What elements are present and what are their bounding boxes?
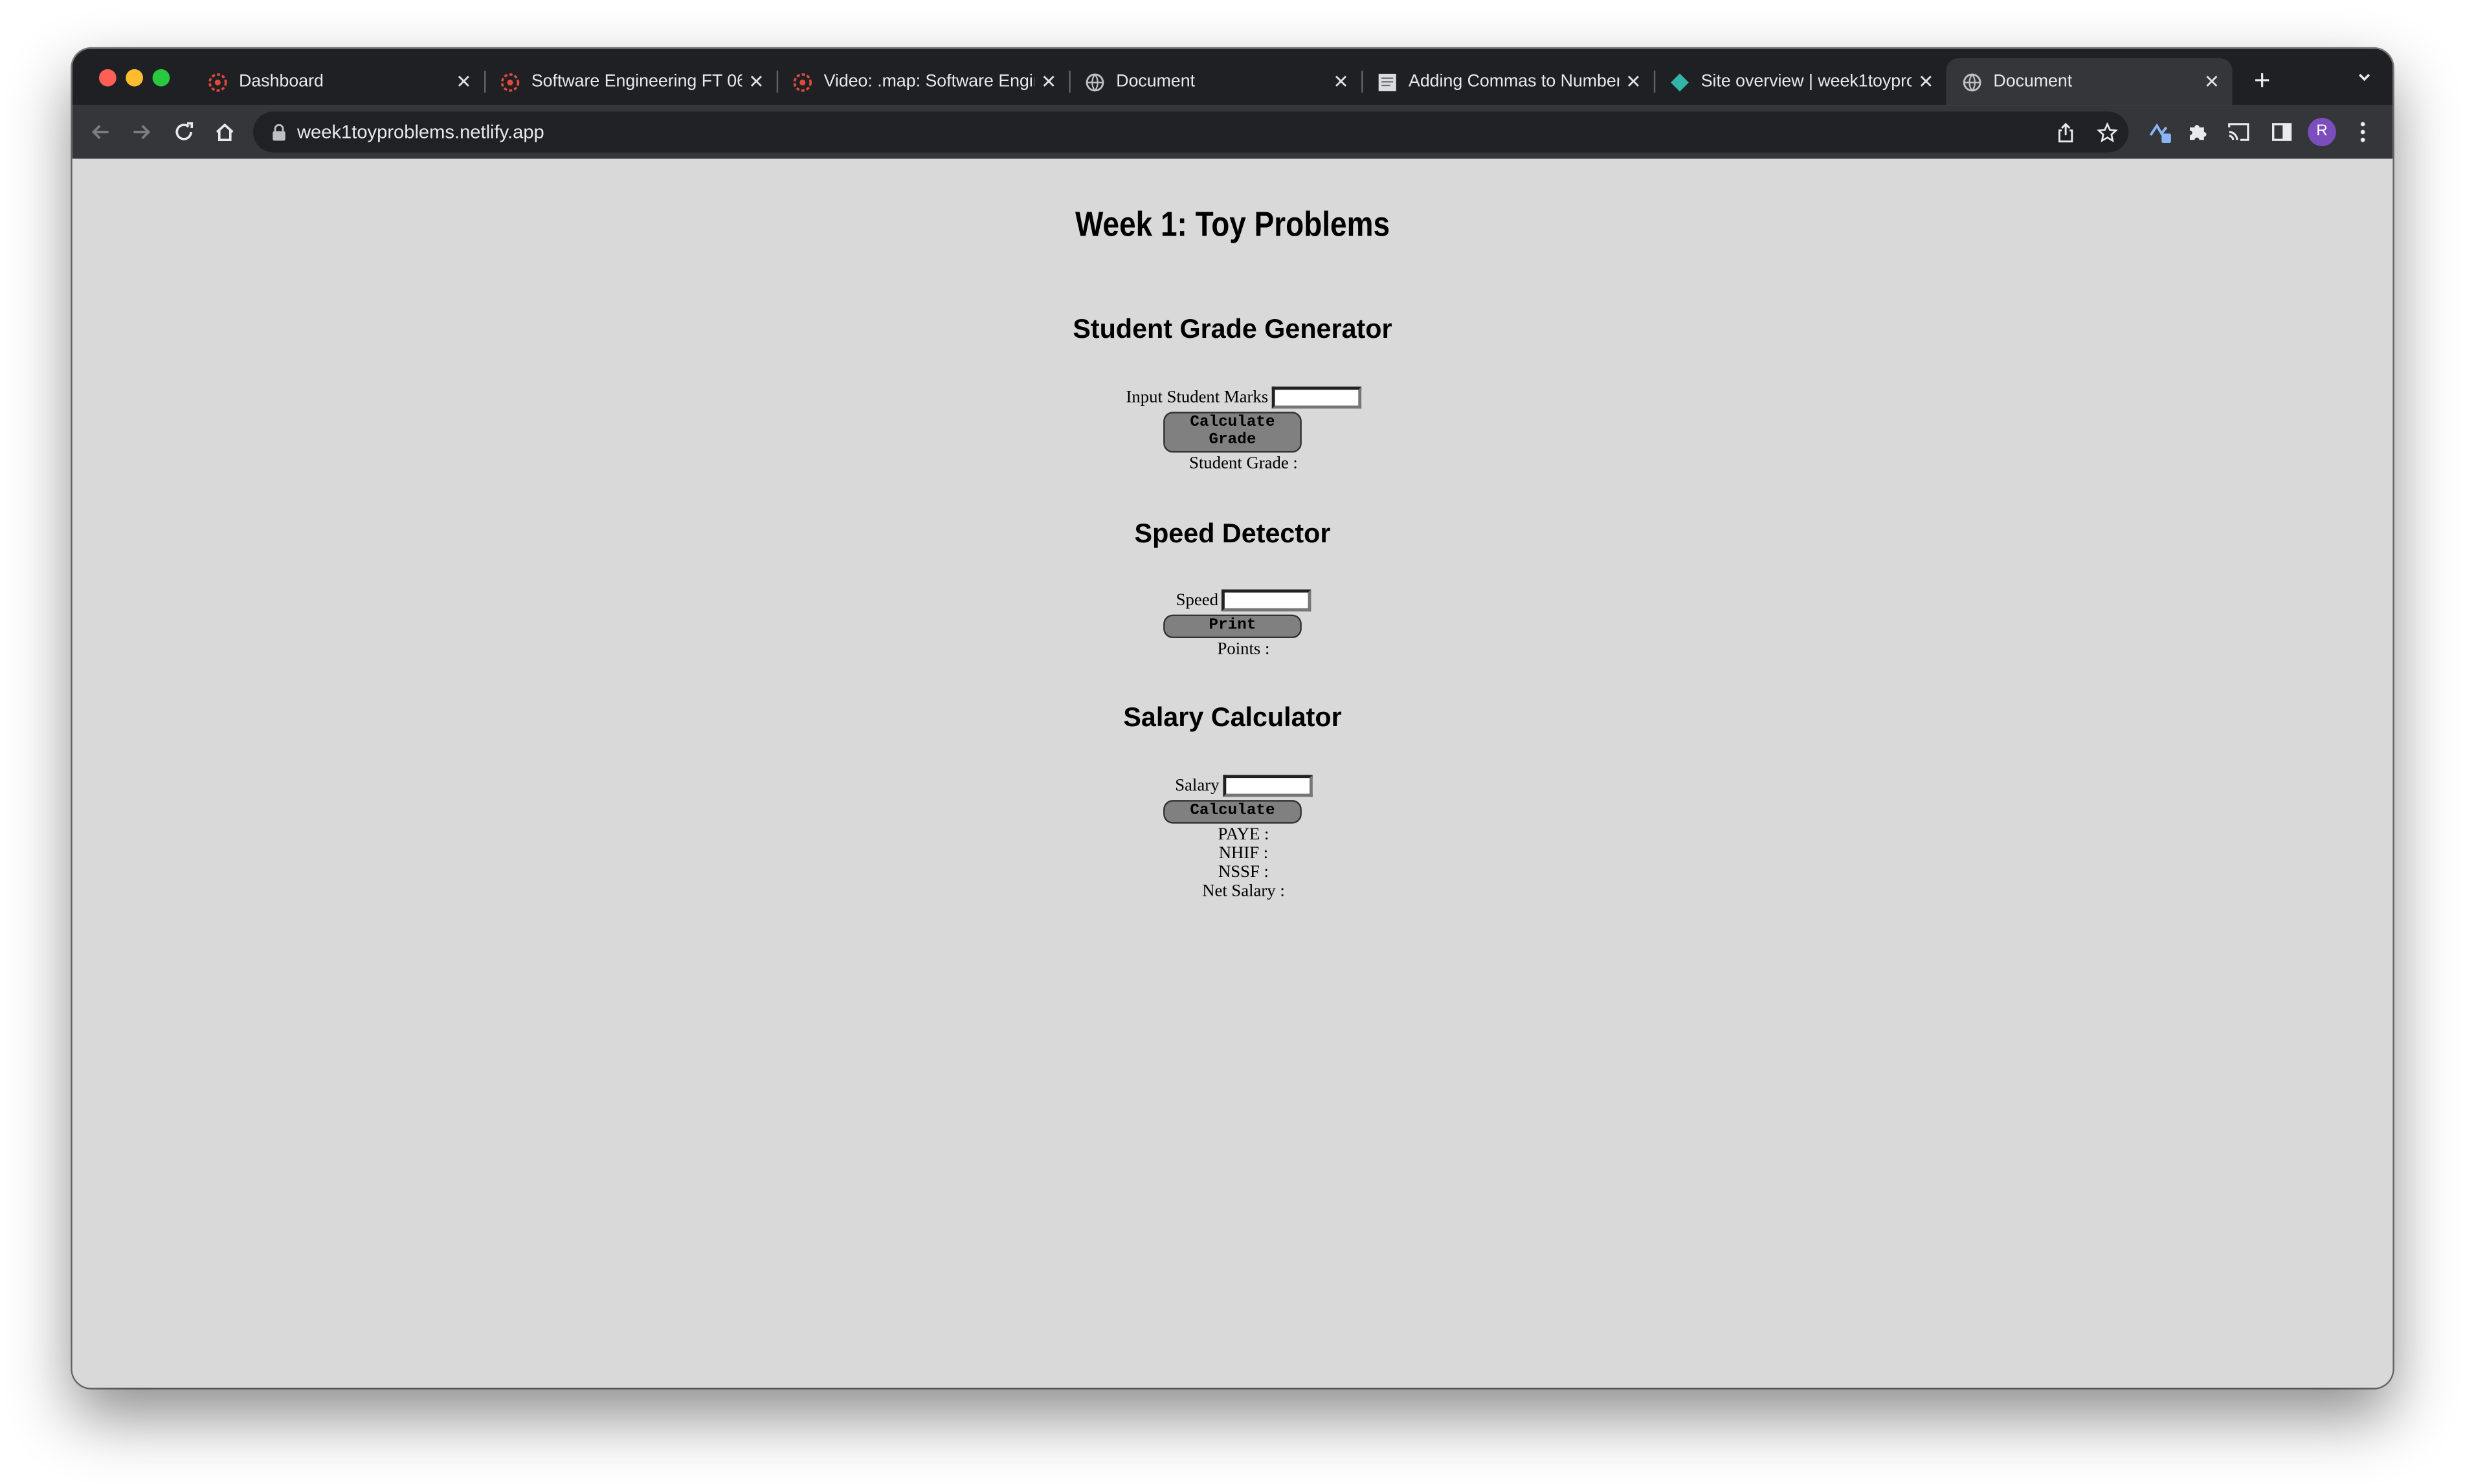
tab-dashboard[interactable]: Dashboard ✕ (192, 58, 486, 105)
tab-close-icon[interactable]: ✕ (742, 71, 770, 93)
side-panel-icon[interactable] (2266, 116, 2297, 148)
minimize-window-button[interactable] (126, 69, 143, 87)
page-content: Week 1: Toy Problems Student Grade Gener… (72, 159, 2393, 1388)
tab-search-chevron-down-icon[interactable] (2348, 65, 2380, 96)
tab-title: Video: .map: Software Engir (823, 72, 1035, 91)
salary-input[interactable] (1222, 775, 1312, 797)
tab-close-icon[interactable]: ✕ (450, 71, 478, 93)
nssf-output: NSSF : (1218, 863, 1269, 882)
cast-icon[interactable] (2223, 116, 2255, 148)
tab-software-engineering[interactable]: Software Engineering FT 06 ✕ (484, 58, 779, 105)
tab-close-icon[interactable]: ✕ (1912, 71, 1940, 93)
salary-calculator-heading: Salary Calculator (1123, 702, 1342, 733)
page-title: Week 1: Toy Problems (1075, 204, 1390, 244)
browser-window: Dashboard ✕ Software Engineering FT 06 ✕… (72, 49, 2393, 1388)
globe-icon (1086, 72, 1104, 91)
netlify-icon (1670, 72, 1689, 91)
moringa-logo-icon (208, 72, 227, 91)
print-button[interactable]: Print (1163, 614, 1302, 638)
nhif-output: NHIF : (1218, 844, 1269, 863)
tab-title: Document (1116, 72, 1196, 91)
share-icon[interactable] (2050, 116, 2082, 148)
tab-title: Adding Commas to Number (1408, 72, 1620, 91)
speed-input-row: Speed (72, 589, 2393, 612)
tab-close-icon[interactable]: ✕ (1327, 71, 1355, 93)
paye-output: PAYE : (1218, 825, 1269, 845)
menu-kebab-icon[interactable] (2347, 116, 2379, 148)
tab-title: Software Engineering FT 06 (531, 72, 743, 91)
home-icon[interactable] (209, 116, 241, 148)
salary-input-row: Salary (72, 775, 2393, 797)
student-grade-output: Student Grade : (1189, 454, 1298, 473)
globe-icon (1963, 72, 1981, 91)
tab-close-icon[interactable]: ✕ (2198, 71, 2226, 93)
address-bar[interactable]: week1toyproblems.netlify.app (252, 111, 2129, 153)
points-output: Points : (1217, 639, 1270, 659)
tab-video-map[interactable]: Video: .map: Software Engir ✕ (777, 58, 1071, 105)
forward-arrow-icon[interactable] (126, 116, 157, 148)
extension-wavy-icon[interactable] (2145, 116, 2176, 148)
bookmark-star-icon[interactable] (2091, 116, 2123, 148)
salary-input-label: Salary (1175, 775, 1220, 795)
lock-icon[interactable] (269, 123, 287, 141)
tab-title: Document (1993, 72, 2073, 91)
grade-generator-heading: Student Grade Generator (1073, 314, 1392, 344)
tab-document[interactable]: Document ✕ (1069, 58, 1363, 105)
page-thumbnail-icon (1378, 72, 1396, 91)
browser-toolbar: week1toyproblems.netlify.app R (72, 105, 2393, 159)
back-arrow-icon[interactable] (85, 116, 117, 148)
profile-avatar[interactable]: R (2308, 118, 2336, 146)
speed-detector-heading: Speed Detector (1134, 518, 1331, 549)
calculate-grade-button[interactable]: Calculate Grade (1163, 412, 1302, 453)
new-tab-button[interactable]: + (2246, 65, 2278, 96)
close-window-button[interactable] (98, 69, 117, 87)
tab-strip: Dashboard ✕ Software Engineering FT 06 ✕… (72, 49, 2393, 105)
tab-close-icon[interactable]: ✕ (1035, 71, 1063, 93)
speed-input-label: Speed (1176, 590, 1218, 610)
grade-input-label: Input Student Marks (1126, 387, 1269, 406)
reload-icon[interactable] (168, 116, 200, 148)
tab-close-icon[interactable]: ✕ (1620, 71, 1647, 93)
tab-site-overview[interactable]: Site overview | week1toypro ✕ (1654, 58, 1946, 105)
marks-input[interactable] (1271, 386, 1361, 409)
grade-input-row: Input Student Marks (72, 386, 2393, 409)
url-text[interactable]: week1toyproblems.netlify.app (297, 121, 544, 143)
moringa-logo-icon (793, 72, 812, 91)
tab-title: Site overview | week1toypro (1701, 72, 1912, 91)
tab-title: Dashboard (239, 72, 324, 91)
net-salary-output: Net Salary : (1202, 881, 1285, 901)
speed-input[interactable] (1221, 589, 1311, 612)
tab-adding-commas[interactable]: Adding Commas to Number ✕ (1361, 58, 1656, 105)
zoom-window-button[interactable] (152, 69, 170, 87)
calculate-salary-button[interactable]: Calculate (1163, 800, 1302, 824)
extensions-puzzle-icon[interactable] (2182, 116, 2214, 148)
tab-document-active[interactable]: Document ✕ (1946, 58, 2233, 105)
moringa-logo-icon (500, 72, 520, 91)
